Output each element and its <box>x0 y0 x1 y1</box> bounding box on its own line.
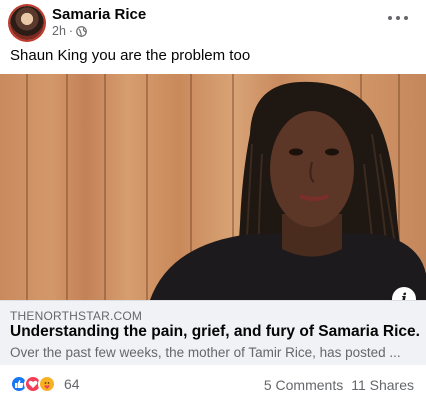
link-preview[interactable]: THENORTHSTAR.COM Understanding the pain,… <box>0 300 426 365</box>
author-avatar[interactable] <box>10 6 44 40</box>
facebook-post: Samaria Rice 2h · Shaun King you are the… <box>0 0 426 400</box>
link-description: Over the past few weeks, the mother of T… <box>10 345 401 360</box>
meta-separator: · <box>68 24 74 38</box>
post-meta: 2h · <box>52 24 87 38</box>
engagement-counts: 5 Comments 11 Shares <box>264 377 414 393</box>
post-text: Shaun King you are the problem too <box>10 47 251 64</box>
link-title[interactable]: Understanding the pain, grief, and fury … <box>10 323 420 341</box>
reaction-count: 64 <box>64 376 80 392</box>
reaction-summary[interactable]: 64 <box>10 375 80 393</box>
woman-portrait <box>150 81 426 300</box>
more-options-icon[interactable] <box>388 10 408 26</box>
globe-icon[interactable] <box>76 25 87 37</box>
shares-count[interactable]: 11 Shares <box>351 377 414 393</box>
care-icon <box>38 375 56 393</box>
author-name[interactable]: Samaria Rice <box>52 6 146 23</box>
link-domain: THENORTHSTAR.COM <box>10 309 143 323</box>
post-timestamp[interactable]: 2h <box>52 24 66 38</box>
comments-count[interactable]: 5 Comments <box>264 377 343 393</box>
link-preview-image[interactable]: i <box>0 74 426 300</box>
